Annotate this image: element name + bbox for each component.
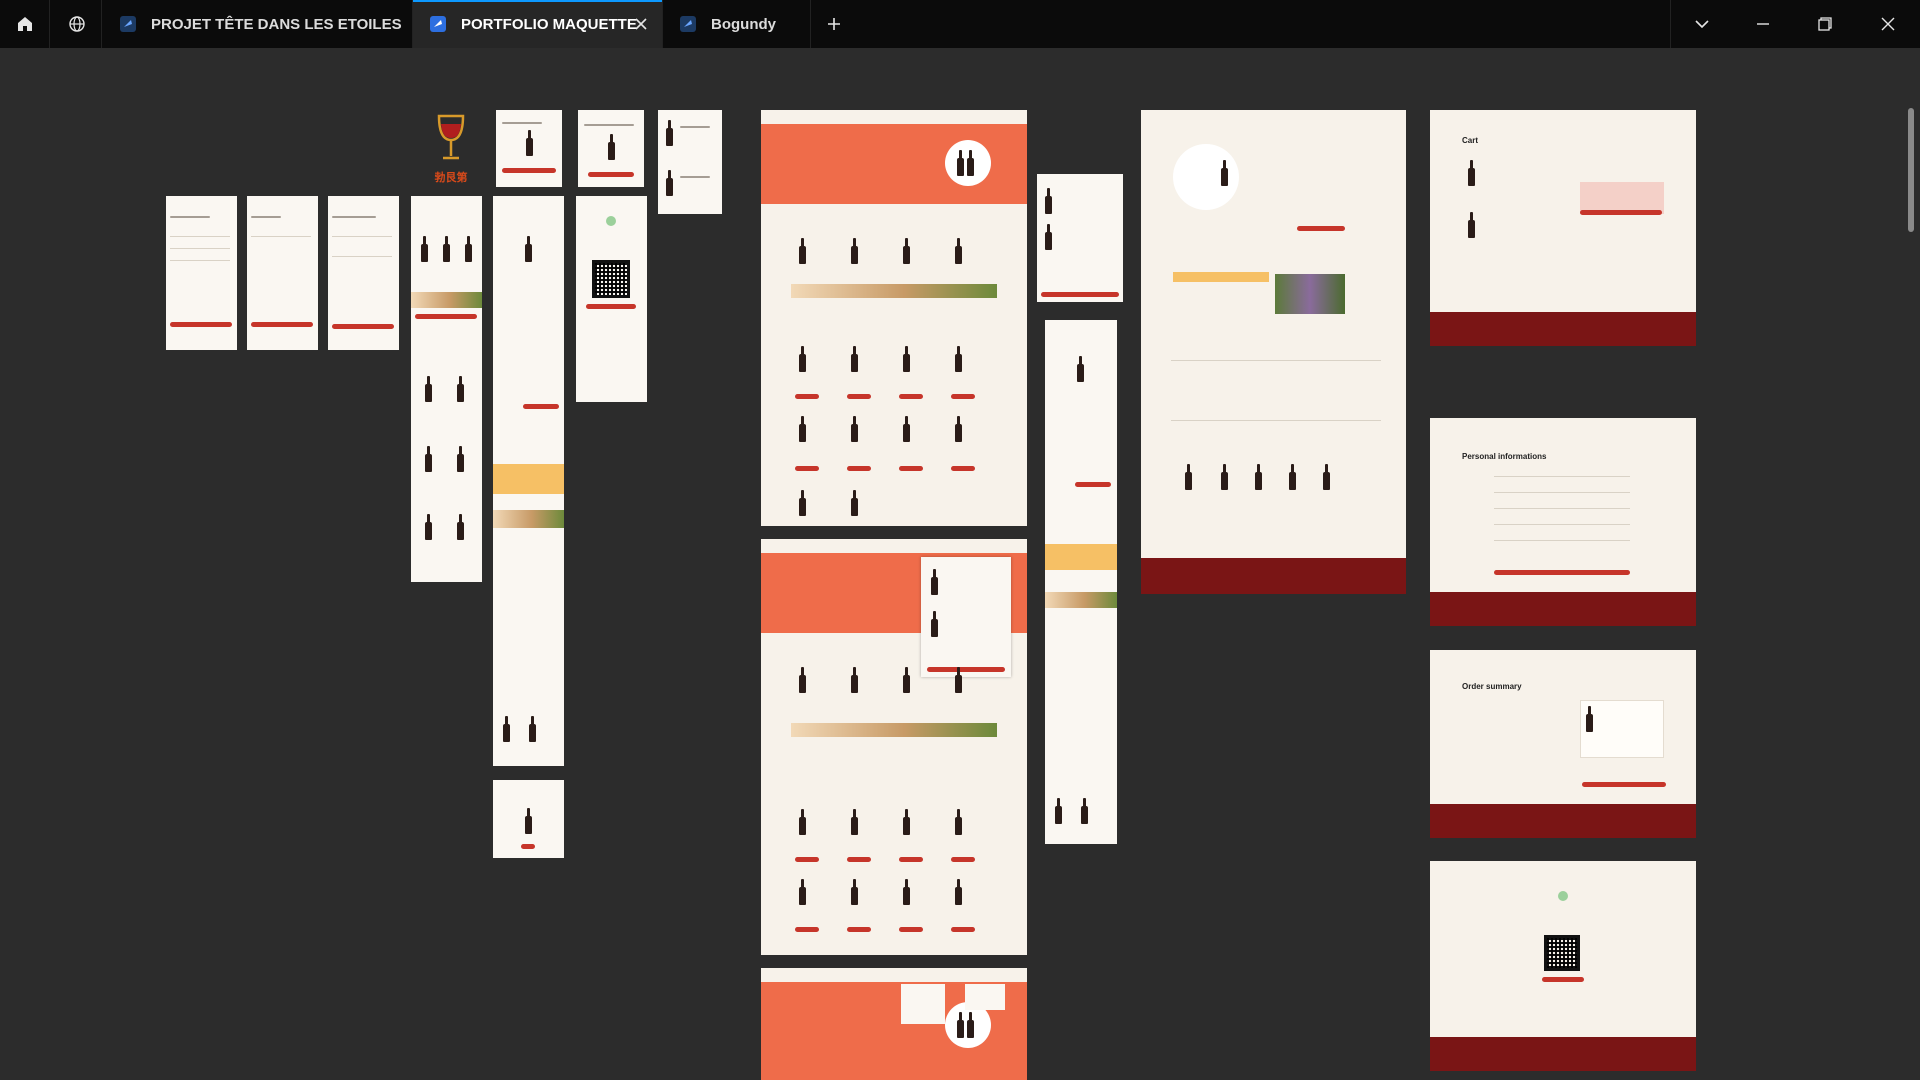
tablet-frame-product-detail[interactable] (1045, 320, 1117, 844)
figma-file-icon (120, 16, 136, 32)
order-summary-title: Order summary (1462, 682, 1522, 691)
vertical-scrollbar[interactable] (1908, 108, 1914, 232)
brand-logo-text: 勃艮第 (434, 171, 468, 184)
tab-label: PROJET TÊTE DANS LES ETOILES (151, 15, 402, 33)
tab-label: Bogundy (711, 15, 776, 33)
desktop-frame-home-cart-open[interactable] (761, 539, 1027, 955)
desktop-frame-personal-info[interactable]: Personal informations (1430, 418, 1696, 626)
figma-file-icon (430, 16, 446, 32)
tab-label: PORTFOLIO MAQUETTE (461, 15, 637, 33)
title-bar: PROJET TÊTE DANS LES ETOILES PORTFOLIO M… (0, 0, 1920, 48)
tablet-frame-cart-popup[interactable] (1037, 174, 1123, 302)
brand-logo[interactable]: 勃艮第 (432, 112, 470, 184)
desktop-frame-cart[interactable]: Cart (1430, 110, 1696, 346)
mobile-frame-product-detail[interactable] (493, 196, 564, 766)
mobile-frame-product-mini[interactable] (493, 780, 564, 858)
plus-icon[interactable] (812, 0, 856, 48)
mobile-frame-catalog[interactable] (411, 196, 482, 582)
tab-portfolio-maquette[interactable]: PORTFOLIO MAQUETTE (413, 0, 663, 48)
close-tab-icon[interactable] (632, 15, 650, 33)
close-icon[interactable] (1856, 0, 1920, 48)
design-canvas[interactable]: 勃艮第 Cart Personal informations Order sum… (0, 48, 1920, 1080)
tab-projet-tete-dans-les-etoiles[interactable]: PROJET TÊTE DANS LES ETOILES (103, 0, 413, 48)
mobile-frame-order-confirmation[interactable] (576, 196, 647, 402)
mobile-frame-cart-list[interactable] (658, 110, 722, 214)
mobile-frame-login[interactable] (247, 196, 318, 350)
chevron-down-icon[interactable] (1670, 0, 1732, 48)
mobile-frame-create-account[interactable] (328, 196, 399, 350)
minimize-icon[interactable] (1732, 0, 1794, 48)
globe-icon[interactable] (52, 0, 102, 48)
personal-info-title: Personal informations (1462, 452, 1547, 461)
desktop-frame-home-menu-open[interactable] (761, 968, 1027, 1080)
mobile-frame-sign-up[interactable] (166, 196, 237, 350)
mobile-frame-added-popup[interactable] (578, 110, 644, 187)
restore-icon[interactable] (1794, 0, 1856, 48)
desktop-frame-order-confirmation[interactable] (1430, 861, 1696, 1071)
cart-title: Cart (1462, 136, 1479, 145)
figma-file-icon (680, 16, 696, 32)
cart-dropdown (921, 557, 1011, 677)
wine-glass-icon (437, 114, 465, 160)
desktop-frame-order-summary[interactable]: Order summary (1430, 650, 1696, 838)
desktop-frame-product-page[interactable] (1141, 110, 1406, 594)
desktop-frame-home[interactable] (761, 110, 1027, 526)
mobile-frame-cart-popup[interactable] (496, 110, 562, 187)
home-icon[interactable] (0, 0, 50, 48)
tab-bogundy[interactable]: Bogundy (663, 0, 811, 48)
